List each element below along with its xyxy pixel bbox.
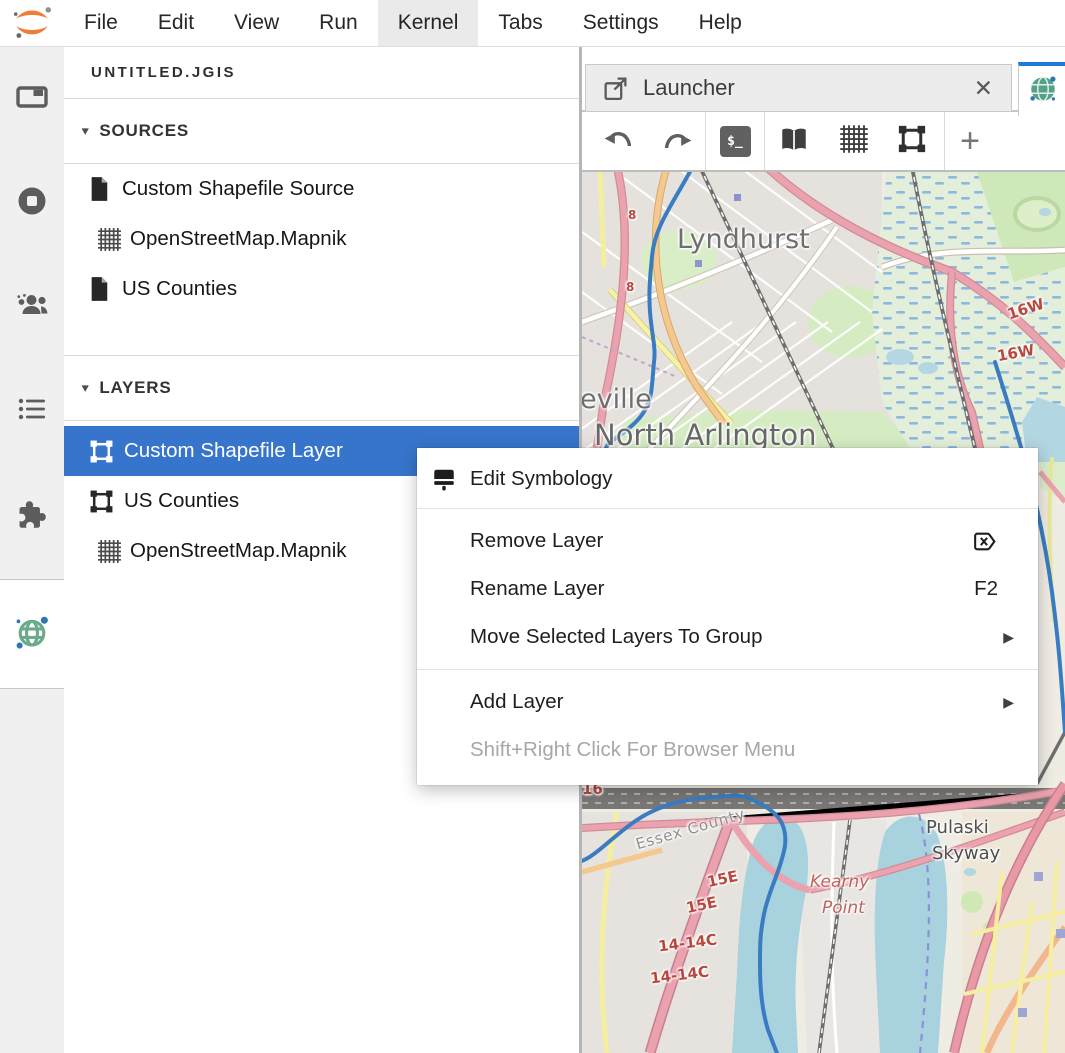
sources-section-header[interactable]: ▾ SOURCES	[64, 99, 580, 164]
menu-edit[interactable]: Edit	[138, 0, 214, 46]
menu-item-add-layer[interactable]: Add Layer ▶	[417, 678, 1038, 726]
map-label-belleville: eville	[582, 384, 652, 415]
menu-item-rename-layer[interactable]: Rename Layer F2	[417, 565, 1038, 613]
toolbar-divider	[764, 112, 765, 170]
map-toolbar: $_ +	[582, 112, 1065, 172]
jupyterlab-window: File Edit View Run Kernel Tabs Settings …	[0, 0, 1065, 1053]
logo-top-crescent	[16, 11, 48, 19]
map-label-pulaski: Pulaski	[926, 817, 989, 838]
sidebar-item-toc[interactable]	[0, 359, 64, 463]
map-label-kearny: Kearny	[810, 872, 869, 892]
launcher-icon	[602, 75, 629, 102]
tab-launcher-label: Launcher	[643, 75, 735, 101]
panel-title: UNTITLED.JGIS	[64, 47, 580, 99]
jupytergis-globe-icon	[12, 612, 52, 657]
submenu-arrow-icon: ▶	[1003, 694, 1014, 711]
map-label-north-arlington: North Arlington	[594, 418, 816, 452]
menu-view[interactable]: View	[214, 0, 299, 46]
menu-help[interactable]: Help	[679, 0, 762, 46]
shortcut-label: F2	[974, 577, 998, 601]
menu-kernel[interactable]: Kernel	[378, 0, 479, 46]
menu-separator	[417, 669, 1038, 670]
map-label-lyndhurst: Lyndhurst	[677, 224, 810, 255]
redo-icon	[665, 130, 693, 152]
map-label-point: Point	[822, 898, 865, 918]
vector-polygon-button[interactable]	[892, 121, 932, 161]
puzzle-icon	[15, 496, 49, 535]
close-icon[interactable]: ✕	[974, 75, 993, 102]
menu-item-edit-symbology[interactable]: Edit Symbology	[417, 452, 1038, 506]
add-button[interactable]: +	[950, 121, 990, 161]
map-label-route-8: 8	[628, 208, 636, 222]
undo-button[interactable]	[597, 121, 637, 161]
terminal-icon: $_	[720, 126, 751, 157]
polygon-icon	[88, 489, 114, 514]
sidebar-item-filebrowser[interactable]	[0, 47, 64, 151]
sidebar-item-running[interactable]	[0, 151, 64, 255]
basemap-grid-button[interactable]	[834, 121, 874, 161]
toolbar-divider	[944, 112, 945, 170]
grid-icon	[96, 539, 122, 564]
caret-down-icon: ▾	[82, 124, 89, 138]
sidebar-item-jupytergis[interactable]	[0, 580, 64, 688]
tab-jgis-map[interactable]	[1018, 62, 1065, 116]
caret-down-icon: ▾	[82, 381, 89, 395]
source-item-us-counties[interactable]: US Counties	[64, 264, 580, 314]
polygon-icon	[88, 439, 114, 464]
map-label-skyway: Skyway	[932, 843, 1000, 864]
map-label-route-8: 8	[626, 280, 634, 294]
grid-icon	[96, 227, 122, 252]
menu-settings[interactable]: Settings	[563, 0, 679, 46]
folder-icon	[15, 80, 49, 119]
menu-separator	[417, 508, 1038, 509]
menu-tabs[interactable]: Tabs	[478, 0, 562, 46]
source-item-custom-shapefile[interactable]: Custom Shapefile Source	[64, 164, 580, 214]
tab-launcher[interactable]: Launcher ✕	[585, 64, 1012, 112]
book-icon	[778, 124, 810, 159]
grid-icon	[839, 124, 869, 159]
source-item-openstreetmap[interactable]: OpenStreetMap.Mapnik	[64, 214, 580, 264]
left-sidebar-strip-lower	[0, 688, 65, 1053]
jupyter-logo-icon	[0, 0, 64, 46]
redo-button[interactable]	[659, 121, 699, 161]
logo-bottom-crescent	[16, 26, 48, 34]
polygon-icon	[897, 124, 927, 159]
top-menubar: File Edit View Run Kernel Tabs Settings …	[0, 0, 1065, 47]
brush-icon	[431, 466, 457, 492]
menu-item-move-layers-to-group[interactable]: Move Selected Layers To Group ▶	[417, 613, 1038, 661]
plus-icon: +	[960, 122, 980, 161]
submenu-arrow-icon: ▶	[1003, 629, 1014, 646]
file-icon	[86, 276, 112, 302]
remove-layer-icon	[971, 529, 998, 554]
sidebar-item-extensions[interactable]	[0, 463, 64, 567]
users-icon	[15, 288, 49, 327]
jupytergis-globe-icon	[1027, 73, 1059, 110]
menu-run[interactable]: Run	[299, 0, 378, 46]
undo-icon	[603, 128, 631, 155]
terminal-button[interactable]: $_	[715, 121, 755, 161]
layers-section-header[interactable]: ▾ LAYERS	[64, 355, 580, 421]
menu-file[interactable]: File	[64, 0, 138, 46]
file-icon	[86, 176, 112, 202]
sidebar-item-collaboration[interactable]	[0, 255, 64, 359]
documentation-button[interactable]	[774, 121, 814, 161]
list-icon	[15, 392, 49, 431]
menu-item-browser-menu-hint: Shift+Right Click For Browser Menu	[417, 726, 1038, 774]
stop-circle-icon	[15, 184, 49, 223]
toolbar-divider	[705, 112, 706, 170]
layer-context-menu: Edit Symbology Remove Layer Rename Layer…	[417, 448, 1038, 785]
left-sidebar-strip	[0, 47, 65, 580]
menu-item-remove-layer[interactable]: Remove Layer	[417, 517, 1038, 565]
